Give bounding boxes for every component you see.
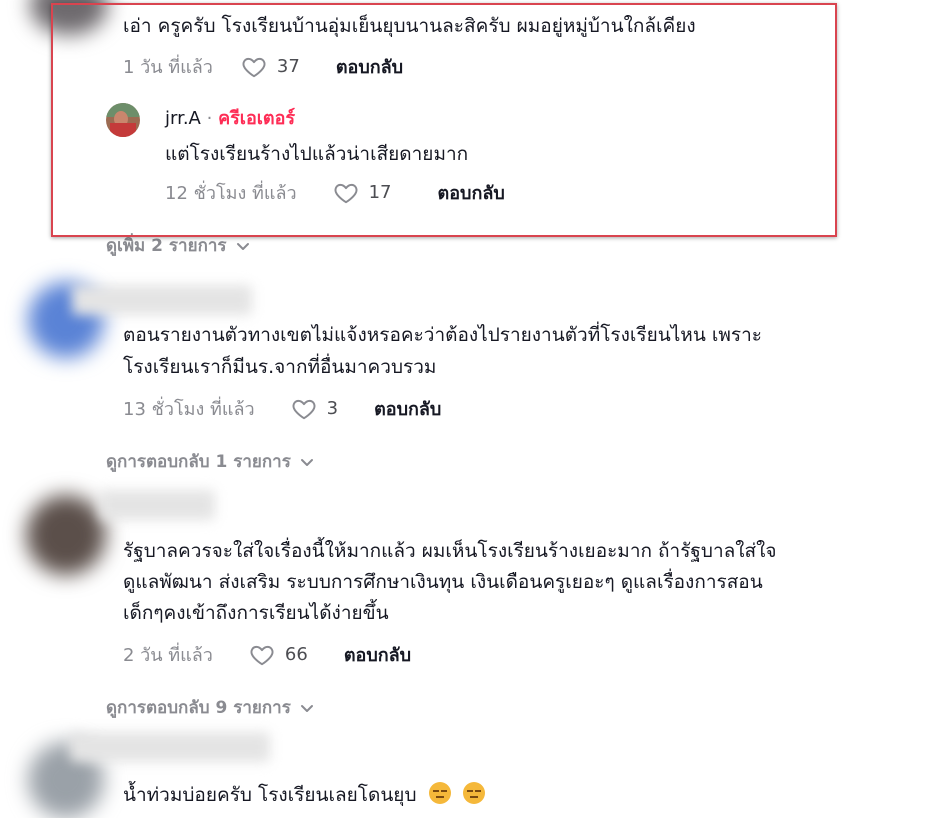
commenter-avatar-blurred[interactable] [26, 495, 106, 575]
comment-text-line-2: ดูแลพัฒนา ส่งเสริม ระบบการศึกษาเงินทุน เ… [123, 571, 763, 593]
comment-time: 2 วัน ที่แล้ว [123, 645, 213, 666]
reply-button[interactable]: ตอบกลับ [344, 640, 411, 669]
comment-meta: 2 วัน ที่แล้ว 66 ตอบกลับ [123, 640, 411, 669]
chevron-down-icon [236, 242, 249, 250]
comment-text-line-2: โรงเรียนเราก็มีนร.จากที่อื่นมาควบรวม [123, 356, 437, 378]
comment-text-line-1: รัฐบาลควรจะใส่ใจเรื่องนี้ให้มากแล้ว ผมเห… [123, 540, 777, 562]
comment-text-line-3: เด็กๆคงเข้าถึงการเรียนได้ง่ายขึ้น [123, 602, 389, 624]
username-blurred[interactable] [70, 732, 270, 762]
comment-time: 13 ชั่วโมง ที่แล้ว [123, 399, 255, 420]
chevron-down-icon [300, 458, 313, 466]
view-replies[interactable]: ดูการตอบกลับ 9 รายการ [106, 694, 315, 721]
view-replies[interactable]: ดูการตอบกลับ 1 รายการ [106, 448, 315, 475]
heart-outline-icon [292, 399, 316, 419]
comment-meta: 13 ชั่วโมง ที่แล้ว 3 ตอบกลับ [123, 394, 441, 423]
expressionless-face-emoji [428, 782, 451, 804]
like-button[interactable]: 3 [291, 396, 338, 422]
like-count: 3 [326, 398, 339, 419]
view-replies-label: ดูการตอบกลับ 9 รายการ [106, 698, 291, 718]
username-blurred[interactable] [72, 285, 252, 315]
view-replies-label: ดูการตอบกลับ 1 รายการ [106, 452, 291, 472]
reply-button[interactable]: ตอบกลับ [374, 394, 441, 423]
chevron-down-icon [300, 704, 313, 712]
like-count: 66 [284, 644, 308, 665]
expressionless-face-emoji [462, 782, 485, 804]
comment-text-content: น้ำท่วมบ่อยครับ โรงเรียนเลยโดนยุบ [123, 784, 417, 806]
username-blurred[interactable] [100, 490, 215, 520]
like-button[interactable]: 66 [249, 642, 308, 668]
heart-outline-icon [250, 645, 274, 665]
comment-text-line-1: ตอนรายงานตัวทางเขตไม่แจ้งหรอคะว่าต้องไปร… [123, 324, 762, 346]
comment-text: น้ำท่วมบ่อยครับ โรงเรียนเลยโดนยุบ [123, 779, 485, 811]
highlight-annotation-box [51, 3, 837, 237]
